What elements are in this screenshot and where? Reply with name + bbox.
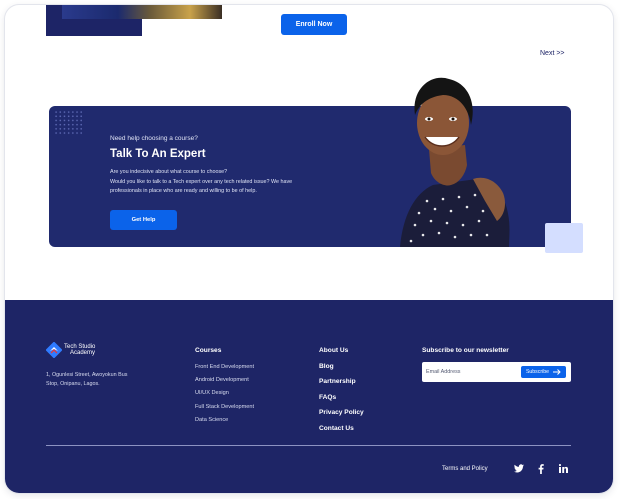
linkedin-icon[interactable] xyxy=(558,463,569,474)
next-page-link[interactable]: Next >> xyxy=(540,50,565,57)
site-footer: Tech Studio Academy 1, Ogunlesi Street, … xyxy=(5,300,613,493)
arrow-right-icon xyxy=(553,369,561,375)
page-frame: Enroll Now Next >> Need help choosing a … xyxy=(5,5,613,493)
course-link-data-science[interactable]: Data Science xyxy=(195,417,228,423)
tech-studio-logo[interactable]: Tech Studio Academy xyxy=(46,342,95,358)
enroll-now-button[interactable]: Enroll Now xyxy=(281,14,347,35)
newsletter-form: Subscribe xyxy=(422,362,571,382)
address-text: 1, Ogunlesi Street, Awoyokun Bus Stop, O… xyxy=(46,371,156,388)
banner-title: Talk To An Expert xyxy=(110,148,206,160)
expert-portrait-image xyxy=(400,77,510,247)
footer-link-blog[interactable]: Blog xyxy=(319,363,334,370)
footer-divider xyxy=(46,445,571,446)
email-input[interactable] xyxy=(426,366,516,378)
subscribe-label: Subscribe xyxy=(525,369,550,375)
logo-line: Academy xyxy=(70,350,96,356)
course-link-android[interactable]: Android Development xyxy=(195,377,249,383)
course-link-full-stack[interactable]: Full Stack Development xyxy=(195,404,254,410)
banner-description-line: Would you like to talk to a Tech expert … xyxy=(110,178,293,185)
logo-icon xyxy=(46,342,62,358)
address-line: Stop, Onipanu, Lagos. xyxy=(46,380,100,387)
footer-link-about-us[interactable]: About Us xyxy=(319,347,348,354)
course-link-ui-ux[interactable]: UI/UX Design xyxy=(195,390,229,396)
banner-description-line: professionals in place who are ready and… xyxy=(110,188,257,194)
subscribe-button[interactable]: Subscribe xyxy=(521,366,566,378)
banner-question: Need help choosing a course? xyxy=(110,135,198,142)
footer-link-faqs[interactable]: FAQs xyxy=(319,394,336,401)
footer-link-privacy-policy[interactable]: Privacy Policy xyxy=(319,409,364,416)
twitter-icon[interactable] xyxy=(513,463,524,474)
decorative-square xyxy=(545,223,583,253)
courses-heading: Courses xyxy=(195,347,222,354)
dot-pattern-decoration xyxy=(54,110,82,136)
facebook-icon[interactable] xyxy=(535,463,546,474)
footer-link-contact-us[interactable]: Contact Us xyxy=(319,425,354,432)
course-link-front-end[interactable]: Front End Development xyxy=(195,364,254,370)
get-help-button[interactable]: Get Help xyxy=(110,210,177,230)
address-line: 1, Ogunlesi Street, Awoyokun Bus xyxy=(46,372,128,378)
newsletter-heading: Subscribe to our newsletter xyxy=(422,347,509,354)
banner-description-line: Are you indecisive about what course to … xyxy=(110,169,228,175)
course-card-image xyxy=(62,5,222,19)
footer-link-partnership[interactable]: Partnership xyxy=(319,378,356,385)
banner-description: Are you indecisive about what course to … xyxy=(110,168,340,197)
terms-and-policy-link[interactable]: Terms and Policy xyxy=(442,466,488,472)
